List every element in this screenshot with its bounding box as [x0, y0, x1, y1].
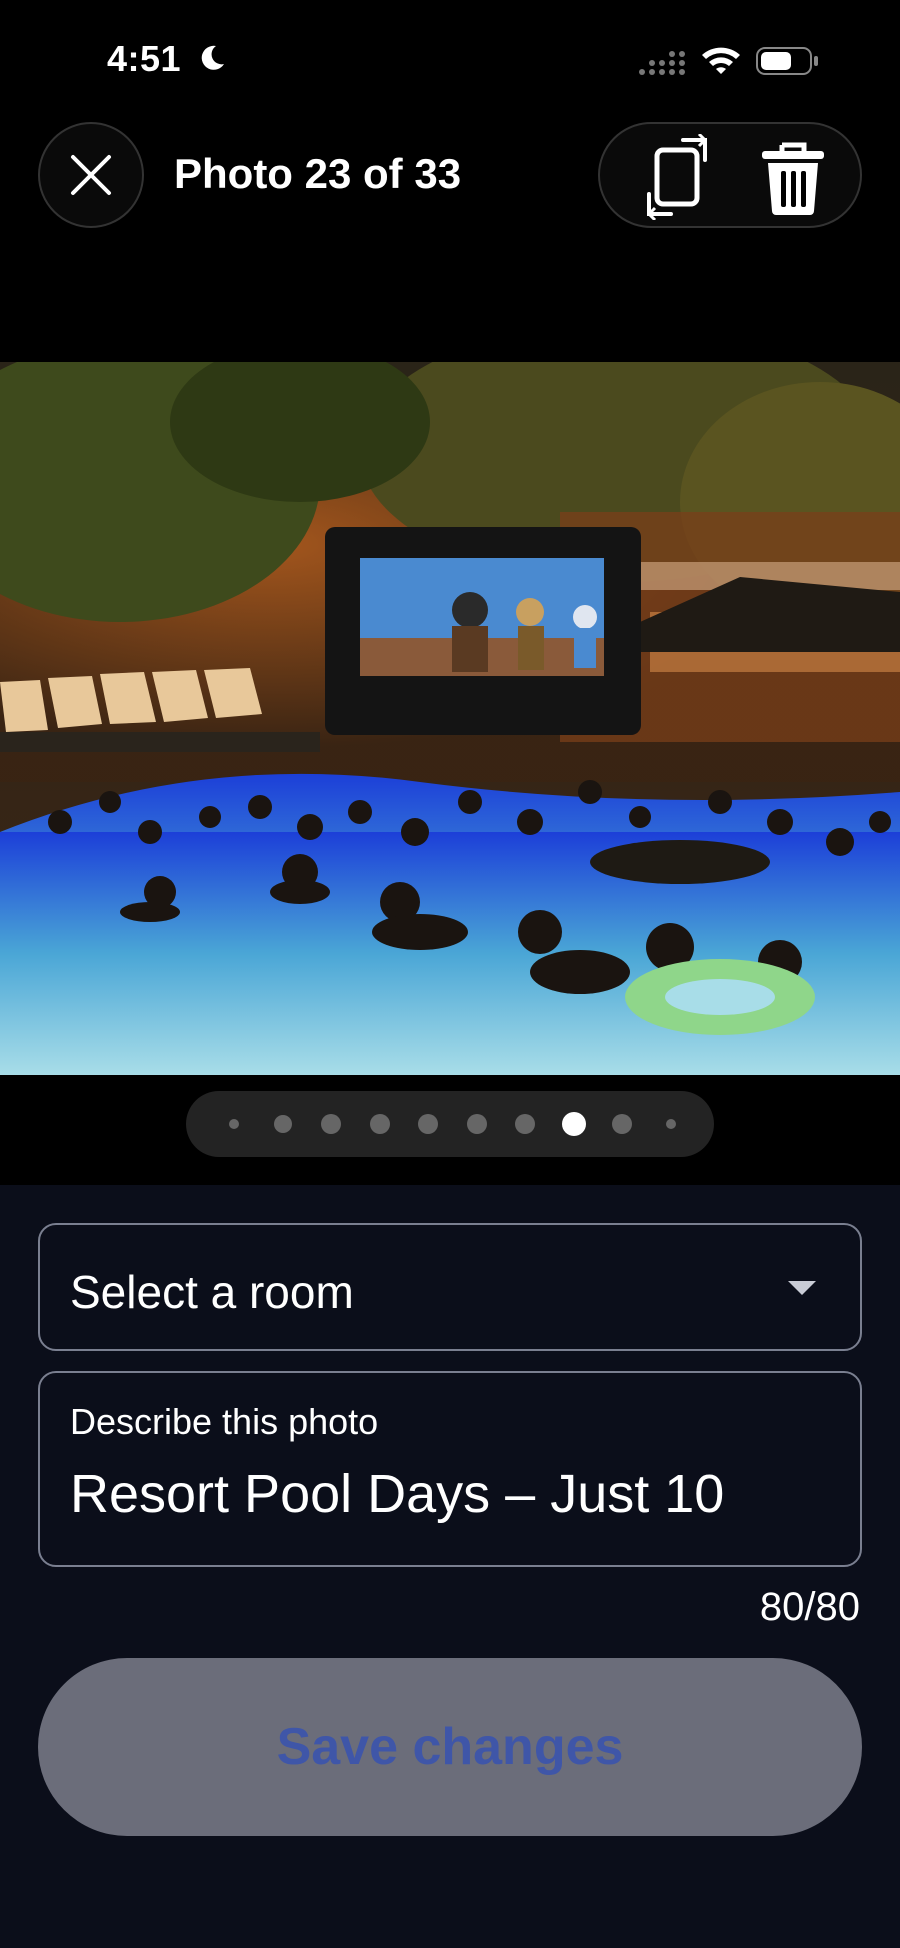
rotate-button[interactable] [632, 132, 722, 222]
close-button[interactable] [38, 122, 144, 228]
pagination-dot[interactable] [369, 1114, 390, 1134]
description-label: Describe this photo [70, 1401, 379, 1442]
wifi-icon [702, 47, 740, 74]
pool-scene-image [0, 362, 900, 1075]
battery-icon [756, 47, 818, 75]
photo-actions [598, 122, 862, 228]
pagination-dot-active[interactable] [561, 1112, 586, 1136]
delete-button[interactable] [748, 132, 838, 222]
chevron-down-icon [788, 1281, 816, 1295]
pagination-dot[interactable] [229, 1119, 239, 1129]
description-input[interactable]: Resort Pool Days – Just 10 [70, 1463, 830, 1525]
moon-icon [201, 45, 224, 70]
trash-icon [762, 142, 824, 215]
photo-pagination[interactable] [186, 1091, 714, 1157]
pagination-dot[interactable] [466, 1114, 487, 1134]
status-time: 4:51 [107, 38, 182, 79]
close-icon [71, 155, 111, 195]
pagination-dot[interactable] [273, 1115, 292, 1133]
pagination-dot[interactable] [321, 1114, 341, 1134]
pagination-dot[interactable] [418, 1114, 438, 1134]
status-bar: 4:51 [0, 0, 900, 110]
char-count: 80/80 [759, 1585, 860, 1629]
pagination-dot[interactable] [612, 1114, 632, 1134]
photo-counter: Photo 23 of 33 [174, 150, 462, 197]
room-select-value: Select a room [70, 1266, 354, 1318]
pagination-dot[interactable] [515, 1114, 535, 1134]
signal-icon [639, 51, 685, 75]
description-field[interactable]: Describe this photo Resort Pool Days – J… [38, 1371, 862, 1567]
room-select[interactable]: Select a room [38, 1223, 862, 1351]
pagination-dot[interactable] [665, 1119, 676, 1129]
photo-preview[interactable] [0, 362, 900, 1075]
save-button[interactable]: Save changes [38, 1658, 862, 1836]
rotate-icon [646, 134, 708, 220]
